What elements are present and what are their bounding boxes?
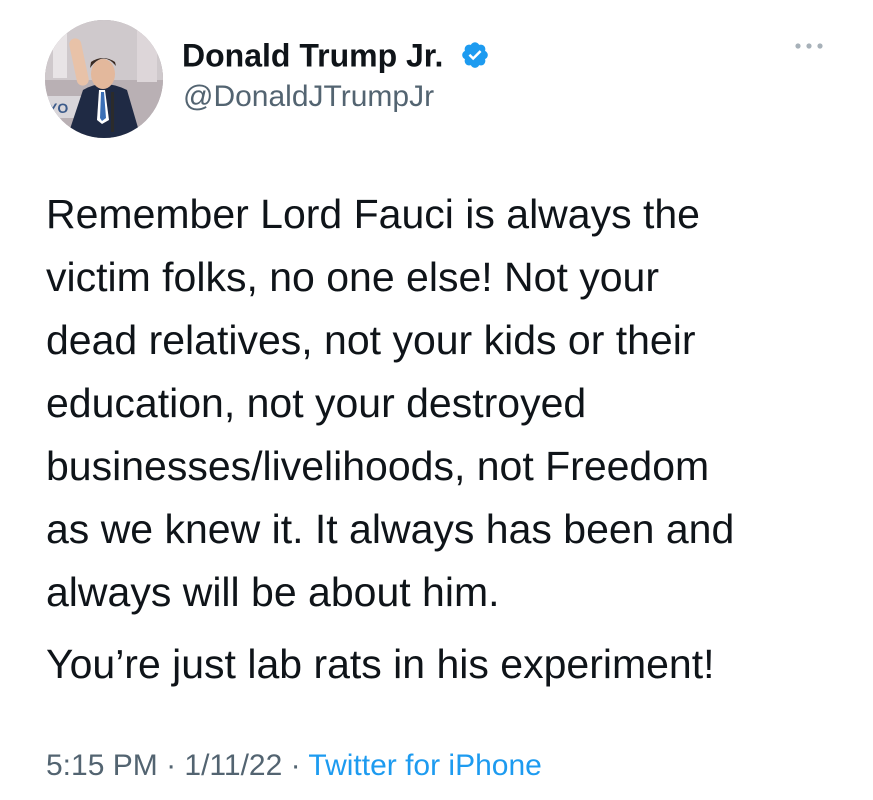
tweet-meta: 5:15 PM · 1/11/22 · Twitter for iPhone	[46, 746, 542, 786]
avatar[interactable]: YO	[45, 20, 163, 138]
avatar-photo: YO	[45, 20, 163, 138]
tweet-source-link[interactable]: Twitter for iPhone	[308, 749, 541, 782]
tweet-date[interactable]: 1/11/22	[184, 749, 282, 782]
tweet-text-paragraph-1: Remember Lord Fauci is always the victim…	[46, 191, 735, 615]
avatar-sign-text: YO	[48, 100, 68, 116]
author-name[interactable]: Donald Trump Jr.	[182, 33, 490, 76]
author-display-name[interactable]: Donald Trump Jr.	[182, 38, 443, 74]
meta-separator: ·	[282, 749, 309, 782]
tweet-time[interactable]: 5:15 PM	[46, 749, 158, 782]
tweet-card: YO Donald Trump Jr. @DonaldJTrumpJr Reme…	[0, 0, 873, 800]
meta-separator: ·	[157, 749, 185, 782]
author-handle[interactable]: @DonaldJTrumpJr	[183, 78, 434, 116]
more-horizontal-icon[interactable]	[790, 34, 830, 58]
verified-badge-icon	[460, 39, 490, 69]
tweet-text-paragraph-2: You’re just lab rats in his experiment!	[46, 641, 715, 687]
